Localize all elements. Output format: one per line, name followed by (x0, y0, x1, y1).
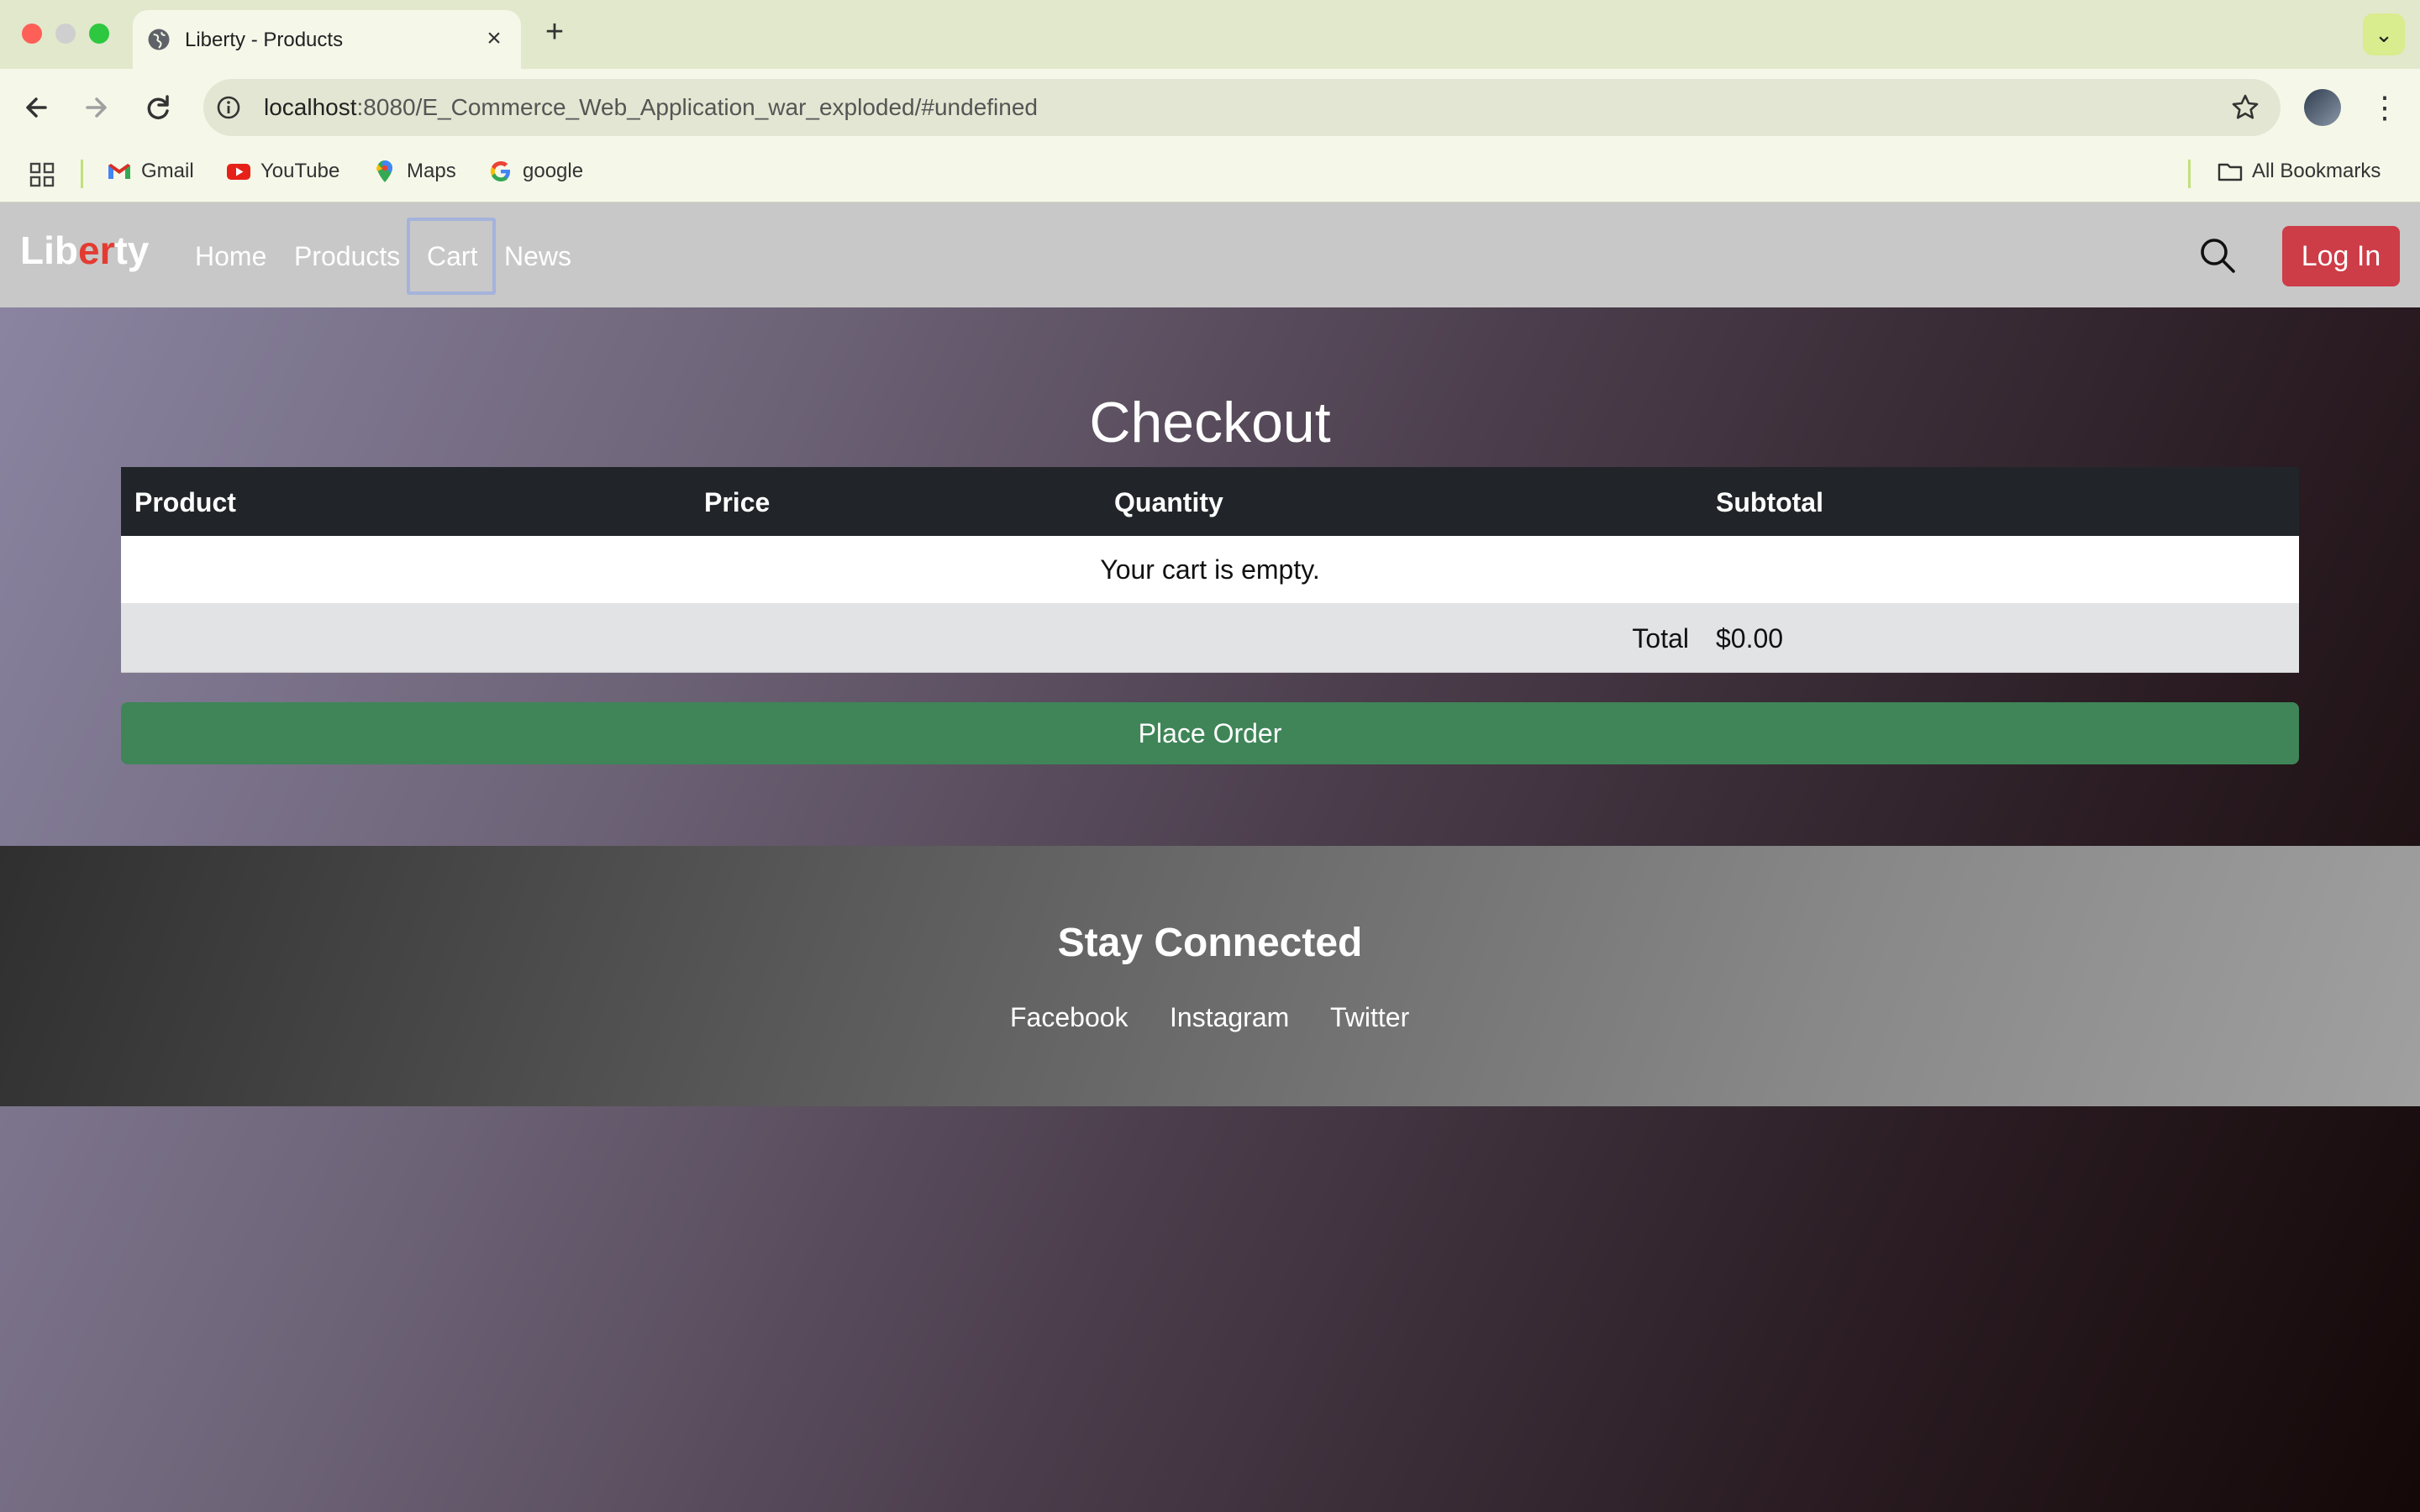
empty-cart-message: Your cart is empty. (121, 536, 2299, 603)
site-navbar: Liberty Home Products Cart News Log In (0, 202, 2420, 307)
globe-icon (148, 29, 170, 50)
forward-icon[interactable] (74, 86, 118, 129)
total-row: Total $0.00 (121, 603, 2299, 673)
tab-strip: Liberty - Products × + ⌄ (0, 0, 2420, 69)
apps-grid-icon[interactable] (29, 161, 55, 188)
footer-link-twitter[interactable]: Twitter (1330, 1002, 1409, 1033)
browser-tab[interactable]: Liberty - Products × (133, 10, 521, 69)
tab-search-button[interactable]: ⌄ (2363, 13, 2405, 55)
reload-icon[interactable] (136, 86, 180, 129)
tab-close-icon[interactable]: × (479, 24, 509, 54)
bookmark-youtube[interactable]: YouTube (225, 158, 339, 190)
tab-title: Liberty - Products (185, 29, 344, 51)
table-header: Product Price Quantity Subtotal (121, 467, 2299, 536)
all-bookmarks-button[interactable]: All Bookmarks (2217, 158, 2381, 190)
login-button[interactable]: Log In (2282, 226, 2400, 286)
column-header-price: Price (704, 487, 771, 517)
total-value: $0.00 (1716, 623, 1784, 654)
url-path: :8080/E_Commerce_Web_Application_war_exp… (356, 94, 1038, 120)
footer-link-facebook[interactable]: Facebook (1010, 1002, 1128, 1033)
nav-products[interactable]: Products (294, 241, 400, 272)
checkout-table: Product Price Quantity Subtotal Your car… (121, 467, 2299, 673)
column-header-quantity: Quantity (1114, 487, 1223, 517)
nav-home[interactable]: Home (195, 241, 266, 272)
youtube-icon (227, 164, 250, 180)
site-logo[interactable]: Liberty (20, 228, 149, 273)
search-icon[interactable] (2198, 236, 2237, 275)
footer-title: Stay Connected (1057, 921, 1363, 965)
window-minimize-button[interactable] (55, 24, 76, 44)
site-footer: Stay Connected Facebook Instagram Twitte… (0, 846, 2420, 1106)
bookmark-google[interactable]: google (487, 158, 583, 190)
url-host: localhost (264, 94, 357, 120)
bookmarks-separator (81, 160, 83, 188)
window-maximize-button[interactable] (89, 24, 109, 44)
place-order-button[interactable]: Place Order (121, 702, 2299, 764)
address-bar[interactable]: localhost:8080/E_Commerce_Web_Applicatio… (203, 79, 2281, 136)
total-label: Total (1632, 623, 1689, 654)
new-tab-button[interactable]: + (539, 15, 570, 49)
browser-toolbar: localhost:8080/E_Commerce_Web_Applicatio… (0, 69, 2420, 146)
bookmark-star-icon[interactable] (2228, 91, 2262, 124)
maps-pin-icon (376, 160, 392, 182)
checkout-title: Checkout (1089, 391, 1331, 454)
folder-icon (2217, 163, 2243, 181)
footer-link-instagram[interactable]: Instagram (1170, 1002, 1289, 1033)
back-icon[interactable] (15, 86, 59, 129)
nav-cart[interactable]: Cart (427, 241, 477, 272)
column-header-product: Product (134, 487, 236, 517)
profile-avatar[interactable] (2304, 89, 2341, 126)
bookmarks-bar: Gmail YouTube Maps google All Bookmarks (0, 146, 2420, 202)
site-info-icon[interactable] (215, 94, 242, 121)
column-header-subtotal: Subtotal (1716, 487, 1823, 517)
google-icon (490, 161, 510, 181)
window-close-button[interactable] (22, 24, 42, 44)
url-text[interactable]: localhost:8080/E_Commerce_Web_Applicatio… (264, 94, 1038, 121)
bookmark-gmail[interactable]: Gmail (106, 158, 194, 190)
bookmark-maps[interactable]: Maps (371, 158, 456, 190)
browser-menu-icon[interactable]: ⋮ (2370, 87, 2400, 128)
gmail-icon (108, 164, 130, 179)
bookmarks-separator (2188, 160, 2191, 188)
nav-news[interactable]: News (504, 241, 571, 272)
